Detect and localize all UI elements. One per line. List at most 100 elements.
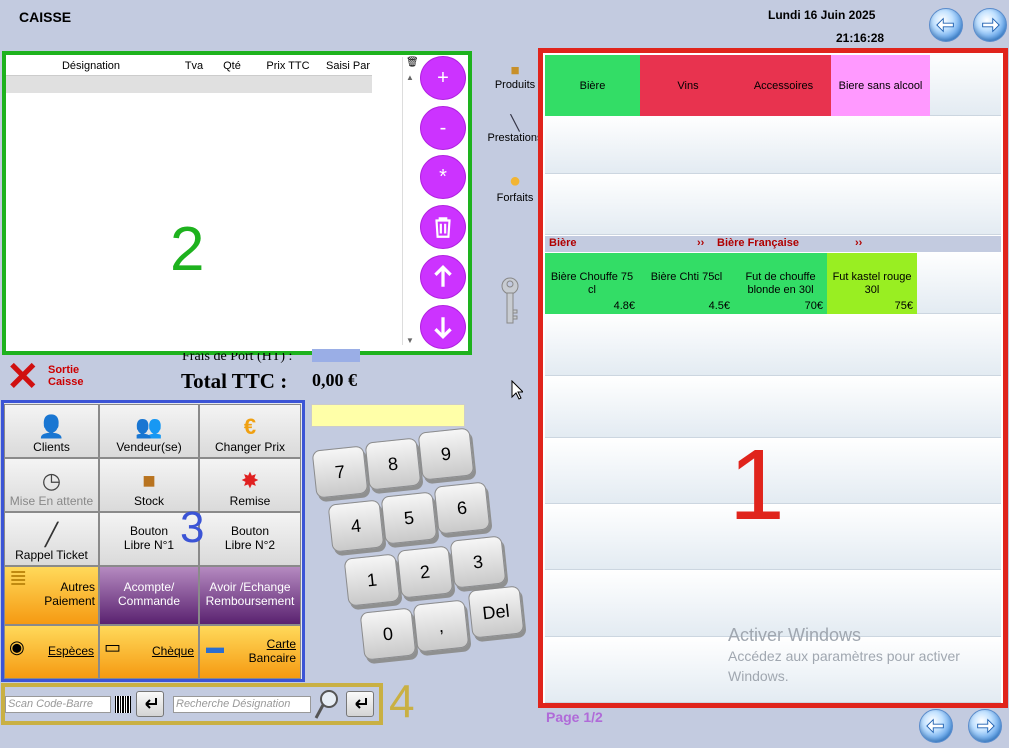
breadcrumb-level2[interactable]: Bière Française — [717, 237, 799, 249]
breadcrumb-sep1: ›› — [697, 237, 705, 249]
minus-button[interactable]: - — [420, 106, 466, 150]
scroll-up-icon[interactable]: ▲ — [406, 73, 414, 82]
magnifier-icon[interactable] — [314, 689, 340, 721]
mouse-cursor-icon — [511, 379, 525, 403]
category-biere-sans-alcool[interactable]: Biere sans alcool — [831, 55, 930, 116]
changer-prix-button[interactable]: € Changer Prix — [199, 404, 301, 458]
pen-icon: ╲ — [510, 115, 520, 132]
move-down-button[interactable] — [420, 305, 466, 349]
next-top-button[interactable] — [973, 8, 1007, 42]
sortie-caisse-button[interactable]: ✕ Sortie Caisse — [4, 357, 104, 398]
sortie-label-2: Caisse — [48, 376, 84, 388]
nav-produits[interactable]: ■ Produits — [485, 62, 545, 91]
wand-icon: ╱ — [44, 522, 59, 547]
remise-button[interactable]: ✸ Remise — [199, 458, 301, 512]
designation-search-input[interactable]: Recherche Désignation — [173, 696, 311, 713]
actions-grid: 👤 Clients 👥 Vendeur(se) € Changer Prix ◷… — [1, 400, 305, 682]
client-icon: 👤 — [37, 414, 66, 439]
key-4[interactable]: 4 — [327, 499, 385, 553]
carte-bancaire-button[interactable]: ▬ Carte Bancaire — [199, 625, 301, 679]
key-8[interactable]: 8 — [364, 437, 422, 491]
ticket-header: Désignation Tva Qté Prix TTC Saisi Par — [6, 57, 376, 75]
move-up-button[interactable] — [420, 255, 466, 299]
product-price: 70€ — [804, 300, 823, 312]
category-accessoires-label: Accessoires — [753, 79, 814, 92]
category-biere[interactable]: Bière — [545, 55, 640, 116]
acompte-l2: Commande — [117, 594, 181, 608]
product-price: 4.5€ — [708, 300, 730, 312]
total-ttc-label: Total TTC : — [181, 369, 288, 393]
frais-port-value — [312, 349, 360, 362]
ticket-scrollbar[interactable]: 🗑 ▲ ▼ — [402, 57, 419, 345]
quantity-input[interactable] — [311, 404, 465, 427]
product-item[interactable]: Fut kastel rouge 30l 75€ — [827, 253, 917, 314]
mise-attente-button[interactable]: ◷ Mise En attente — [4, 458, 99, 512]
plus-button[interactable]: + — [420, 56, 466, 100]
rappel-ticket-button[interactable]: ╱ Rappel Ticket — [4, 512, 99, 566]
key-5[interactable]: 5 — [380, 491, 438, 545]
rappel-ticket-label: Rappel Ticket — [15, 548, 88, 562]
avoir-button[interactable]: Avoir /Echange Remboursement — [199, 566, 301, 625]
key-2[interactable]: 2 — [396, 545, 454, 599]
key-del[interactable]: Del — [467, 585, 525, 639]
enter-arrow-icon — [355, 698, 367, 709]
nav-prestations[interactable]: ╲ Prestations — [485, 114, 545, 144]
scan-barcode-input[interactable]: Scan Code-Barre — [5, 696, 111, 713]
bouton1-l2: Libre N°1 — [123, 537, 175, 552]
product-item[interactable]: Bière Chti 75cl 4.5€ — [639, 253, 734, 314]
vendeur-label: Vendeur(se) — [116, 440, 182, 454]
euro-icon: € — [243, 414, 257, 439]
cheque-button[interactable]: ▭ Chèque — [99, 625, 199, 679]
key-9[interactable]: 9 — [417, 427, 475, 481]
designation-submit-button[interactable] — [346, 691, 374, 717]
category-accessoires[interactable]: Accessoires — [736, 55, 831, 116]
vendeur-button[interactable]: 👥 Vendeur(se) — [99, 404, 199, 458]
autres-paiement-button[interactable]: ≣ Autres Paiement — [4, 566, 99, 625]
breadcrumb: Bière ›› Bière Française ›› — [545, 236, 1001, 252]
nav-produits-label: Produits — [494, 79, 536, 91]
total-ttc-value: 0,00 € — [312, 370, 357, 390]
clients-button[interactable]: 👤 Clients — [4, 404, 99, 458]
category-biere-sans-alcool-label: Biere sans alcool — [838, 79, 923, 92]
key-7[interactable]: 7 — [311, 445, 369, 499]
ticket-row-empty[interactable] — [6, 75, 372, 93]
key-3[interactable]: 3 — [449, 535, 507, 589]
key-icon[interactable] — [500, 276, 520, 324]
arrow-right-icon — [982, 17, 1000, 33]
key-0[interactable]: 0 — [359, 607, 417, 661]
autres-l1: Autres — [60, 580, 95, 594]
windows-activation-watermark: Activer Windows Accédez aux paramètres p… — [728, 625, 998, 686]
acompte-l1: Acompte/ — [123, 580, 175, 594]
key-6[interactable]: 6 — [433, 481, 491, 535]
scan-submit-button[interactable] — [136, 691, 164, 717]
acompte-button[interactable]: Acompte/ Commande — [99, 566, 199, 625]
multiply-button[interactable]: * — [420, 155, 466, 199]
nav-forfaits[interactable]: ● Forfaits — [485, 170, 545, 204]
nav-prestations-label: Prestations — [487, 132, 543, 144]
watermark-title: Activer Windows — [728, 625, 862, 645]
category-vins-label: Vins — [677, 79, 699, 92]
product-item[interactable]: Fut de chouffe blonde en 30l 70€ — [734, 253, 827, 314]
key-1[interactable]: 1 — [343, 553, 401, 607]
scroll-down-icon[interactable]: ▼ — [406, 336, 414, 345]
bouton-libre-2[interactable]: Bouton Libre N°2 — [199, 512, 301, 566]
discount-burst-icon: ✸ — [240, 468, 260, 493]
arrow-left-icon — [936, 17, 954, 33]
category-vins[interactable]: Vins — [640, 55, 736, 116]
especes-button[interactable]: ◉ Espèces — [4, 625, 99, 679]
next-page-button[interactable] — [968, 709, 1002, 743]
prev-page-button[interactable] — [919, 709, 953, 743]
delete-button[interactable] — [420, 205, 466, 249]
search-bar: Scan Code-Barre Recherche Désignation — [1, 683, 383, 725]
trash-icon — [435, 217, 451, 238]
breadcrumb-level1[interactable]: Bière — [549, 237, 577, 249]
app-title: CAISSE — [19, 9, 72, 25]
breadcrumb-sep2: ›› — [855, 237, 863, 249]
mise-attente-label: Mise En attente — [9, 494, 94, 508]
product-item[interactable]: Bière Chouffe 75 cl 4.8€ — [545, 253, 639, 314]
key-comma[interactable]: , — [412, 599, 470, 653]
current-date: Lundi 16 Juin 2025 — [768, 8, 876, 22]
prev-top-button[interactable] — [929, 8, 963, 42]
barcode-icon — [115, 696, 131, 713]
col-prix: Prix TTC — [266, 60, 310, 72]
